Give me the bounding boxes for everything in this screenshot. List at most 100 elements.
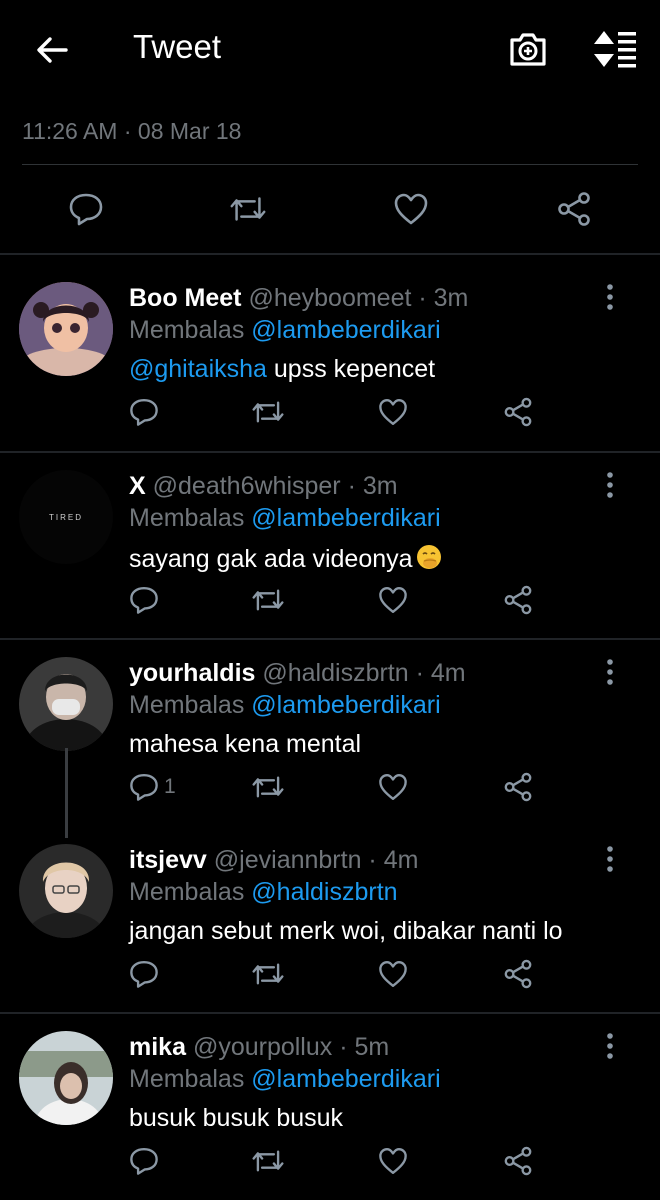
more-options-icon[interactable]: [598, 1031, 622, 1061]
share-icon[interactable]: [502, 582, 534, 618]
reply-actions: [128, 582, 548, 622]
handle-and-time: @jeviannbrtn · 4m: [213, 846, 419, 874]
reply-body: upss kepencet: [266, 355, 436, 383]
reply-header: X @death6whisper · 3m: [129, 472, 398, 501]
replying-to-label: Membalas: [129, 691, 245, 719]
more-options-icon[interactable]: [598, 282, 622, 312]
like-icon[interactable]: [377, 1143, 409, 1179]
reply-item[interactable]: itsjevv @jeviannbrtn · 4m Membalas @hald…: [0, 844, 660, 1030]
sort-replies-icon[interactable]: [590, 27, 640, 71]
like-icon[interactable]: [377, 394, 409, 430]
reply-item[interactable]: mika @yourpollux · 5m Membalas @lambeber…: [0, 1031, 660, 1200]
divider: [0, 253, 660, 255]
replying-to-mention[interactable]: @lambeberdikari: [251, 691, 440, 719]
reply-icon[interactable]: [128, 394, 164, 430]
replying-to-mention[interactable]: @haldiszbrtn: [251, 878, 397, 906]
replying-to-label: Membalas: [129, 316, 245, 344]
replying-to: Membalas @lambeberdikari: [129, 504, 441, 533]
like-icon[interactable]: [377, 956, 409, 992]
handle-and-time: @yourpollux · 5m: [192, 1033, 390, 1061]
replying-to: Membalas @lambeberdikari: [129, 316, 441, 345]
replying-to: Membalas @haldiszbrtn: [129, 878, 398, 907]
reply-icon[interactable]: [66, 186, 106, 232]
divider: [0, 1012, 660, 1014]
reply-actions: [128, 1143, 548, 1183]
more-options-icon[interactable]: [598, 844, 622, 874]
handle-and-time: @heyboomeet · 3m: [248, 284, 469, 312]
more-options-icon[interactable]: [598, 470, 622, 500]
display-name[interactable]: X: [129, 472, 146, 500]
reply-text: sayang gak ada videonya: [129, 543, 443, 578]
top-bar: Tweet: [0, 0, 660, 100]
display-name[interactable]: yourhaldis: [129, 659, 255, 687]
display-name[interactable]: mika: [129, 1033, 186, 1061]
display-name[interactable]: Boo Meet: [129, 284, 242, 312]
tweet-detail-page: Tweet 11:26 AM · 08 Mar 18 Boo Meet @hey…: [0, 0, 660, 1200]
reply-body: mahesa kena mental: [129, 730, 362, 758]
tweet-timestamp: 11:26 AM · 08 Mar 18: [22, 118, 242, 144]
reply-item[interactable]: Boo Meet @heyboomeet · 3m Membalas @lamb…: [0, 282, 660, 468]
avatar[interactable]: TIRED: [19, 470, 113, 564]
reply-text: jangan sebut merk woi, dibakar nanti lo: [129, 917, 563, 946]
reply-header: mika @yourpollux · 5m: [129, 1033, 389, 1062]
handle-and-time: @death6whisper · 3m: [152, 472, 398, 500]
more-options-icon[interactable]: [598, 657, 622, 687]
avatar[interactable]: [19, 282, 113, 376]
like-icon[interactable]: [377, 769, 409, 805]
reply-body: busuk busuk busuk: [129, 1104, 344, 1132]
camera-icon[interactable]: [506, 27, 550, 71]
face-with-hand-over-mouth-icon: [415, 543, 443, 578]
reply-actions: [128, 394, 548, 434]
reply-icon[interactable]: 1: [128, 769, 176, 805]
page-title: Tweet: [133, 28, 222, 65]
like-icon[interactable]: [377, 582, 409, 618]
like-icon[interactable]: [391, 186, 431, 232]
retweet-icon[interactable]: [250, 769, 286, 805]
share-icon[interactable]: [554, 186, 594, 232]
divider: [0, 638, 660, 640]
reply-header: itsjevv @jeviannbrtn · 4m: [129, 846, 418, 875]
reply-actions: 1: [128, 769, 548, 809]
reply-body: jangan sebut merk woi, dibakar nanti lo: [129, 917, 563, 945]
reply-count: 1: [164, 775, 176, 798]
replying-to: Membalas @lambeberdikari: [129, 1065, 441, 1094]
display-name[interactable]: itsjevv: [129, 846, 207, 874]
reply-header: Boo Meet @heyboomeet · 3m: [129, 284, 468, 313]
reply-text: mahesa kena mental: [129, 730, 361, 759]
reply-body: sayang gak ada videonya: [129, 545, 413, 573]
handle-and-time: @haldiszbrtn · 4m: [262, 659, 466, 687]
replying-to-mention[interactable]: @lambeberdikari: [251, 504, 440, 532]
divider: [0, 451, 660, 453]
share-icon[interactable]: [502, 769, 534, 805]
tweet-actions: [0, 186, 660, 236]
avatar[interactable]: [19, 1031, 113, 1125]
retweet-icon[interactable]: [250, 394, 286, 430]
back-arrow-icon[interactable]: [30, 28, 74, 72]
share-icon[interactable]: [502, 956, 534, 992]
replying-to: Membalas @lambeberdikari: [129, 691, 441, 720]
reply-item[interactable]: yourhaldis @haldiszbrtn · 4m Membalas @l…: [0, 657, 660, 843]
avatar-text: TIRED: [49, 512, 83, 522]
retweet-icon[interactable]: [250, 1143, 286, 1179]
replying-to-mention[interactable]: @lambeberdikari: [251, 316, 440, 344]
text-mention[interactable]: @ghitaiksha: [129, 355, 267, 383]
share-icon[interactable]: [502, 394, 534, 430]
replying-to-label: Membalas: [129, 1065, 245, 1093]
reply-icon[interactable]: [128, 582, 164, 618]
retweet-icon[interactable]: [228, 186, 268, 232]
thread-connector-line: [65, 748, 68, 838]
divider: [22, 164, 638, 165]
replying-to-label: Membalas: [129, 878, 245, 906]
reply-icon[interactable]: [128, 1143, 164, 1179]
retweet-icon[interactable]: [250, 582, 286, 618]
reply-item[interactable]: TIRED X @death6whisper · 3m Membalas @la…: [0, 470, 660, 656]
reply-icon[interactable]: [128, 956, 164, 992]
reply-header: yourhaldis @haldiszbrtn · 4m: [129, 659, 466, 688]
reply-actions: [128, 956, 548, 996]
avatar[interactable]: [19, 657, 113, 751]
replying-to-label: Membalas: [129, 504, 245, 532]
avatar[interactable]: [19, 844, 113, 938]
share-icon[interactable]: [502, 1143, 534, 1179]
replying-to-mention[interactable]: @lambeberdikari: [251, 1065, 440, 1093]
retweet-icon[interactable]: [250, 956, 286, 992]
